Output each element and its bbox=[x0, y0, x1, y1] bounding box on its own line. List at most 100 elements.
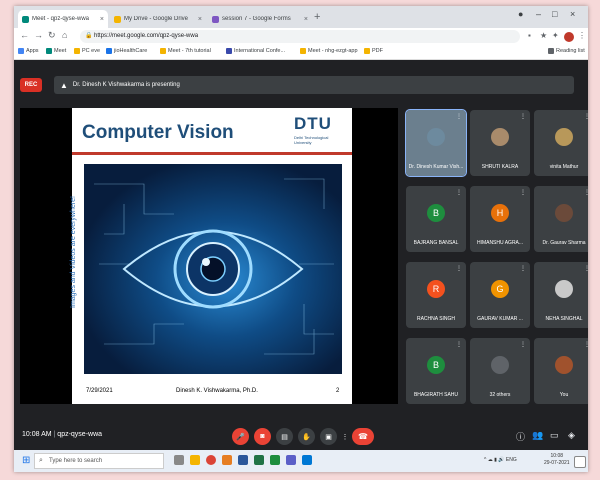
participant-tile[interactable]: ⋮ NEHA SINGHAL bbox=[534, 262, 588, 328]
windows-taskbar: ⊞ ⌕ Type here to search ^ ☁ ▮ 🔊 ENG 10:0… bbox=[14, 450, 588, 472]
bookmark-apps[interactable]: Apps bbox=[18, 48, 39, 54]
chrome-icon[interactable] bbox=[206, 455, 216, 465]
taskbar-date: 29-07-2021 bbox=[544, 460, 570, 466]
windows-start-icon[interactable]: ⊞ bbox=[22, 455, 30, 466]
tab-forms[interactable]: session 7 - Google Forms × bbox=[208, 10, 312, 28]
taskbar-time: 10:08 bbox=[550, 453, 564, 459]
close-icon[interactable]: × bbox=[304, 16, 308, 23]
bookmark-international-conf[interactable]: International Confe... bbox=[226, 48, 285, 54]
bookmark-pdf[interactable]: PDF bbox=[364, 48, 383, 54]
participant-name: BAJRANG BANSAL bbox=[413, 240, 459, 246]
participant-tile[interactable]: ⋮ H HIMANSHU AGRA... bbox=[470, 186, 530, 252]
tab-search-icon[interactable]: ● bbox=[518, 9, 523, 19]
profile-avatar[interactable] bbox=[564, 32, 574, 42]
teams-icon[interactable] bbox=[286, 455, 296, 465]
participant-tile[interactable]: ⋮ vinita Mathur bbox=[534, 110, 588, 176]
captions-icon: ▤ bbox=[281, 433, 288, 441]
home-icon[interactable]: ⌂ bbox=[62, 30, 67, 40]
word-icon[interactable] bbox=[238, 455, 248, 465]
jio-icon bbox=[106, 48, 112, 54]
participant-tile[interactable]: ⋮ SHRUTI KALRA bbox=[470, 110, 530, 176]
window-close-icon[interactable]: × bbox=[570, 9, 575, 19]
camera-off-button[interactable]: ◙ bbox=[254, 428, 271, 445]
bookmark-meet-nhg[interactable]: Meet - nhg-ezgt-app bbox=[300, 48, 358, 54]
search-placeholder: Type here to search bbox=[49, 458, 103, 464]
star-icon[interactable]: ★ bbox=[540, 31, 547, 40]
meeting-code: qpz-qyse-wwa bbox=[57, 431, 103, 438]
participant-avatar: B bbox=[427, 204, 445, 222]
extensions-icon[interactable]: ✦ bbox=[552, 31, 559, 40]
participant-avatar: G bbox=[491, 280, 509, 298]
address-bar[interactable]: 🔒 https://meet.google.com/qpz-qyse-wwa bbox=[80, 30, 520, 43]
camera-off-icon: ◙ bbox=[260, 433, 265, 440]
chat-icon[interactable]: ▭ bbox=[550, 430, 559, 441]
folder-icon bbox=[364, 48, 370, 54]
present-button[interactable]: ▣ bbox=[320, 428, 337, 445]
participant-tile[interactable]: ⋮ R RACHNA SINGH bbox=[406, 262, 466, 328]
captions-button[interactable]: ▤ bbox=[276, 428, 293, 445]
participant-tile[interactable]: ⋮ B BHAGIRATH SAHU bbox=[406, 338, 466, 404]
bookmark-label: Meet - nhg-ezgt-app bbox=[308, 48, 358, 54]
participant-avatar: H bbox=[491, 204, 509, 222]
taskbar-clock[interactable]: 10:08 29-07-2021 bbox=[544, 453, 570, 467]
back-icon[interactable]: ← bbox=[20, 30, 29, 40]
notification-icon[interactable] bbox=[574, 456, 586, 468]
participant-name: SHRUTI KALRA bbox=[481, 164, 519, 170]
bookmark-pc-eve[interactable]: PC eve bbox=[74, 48, 100, 54]
participant-tile[interactable]: ⋮ Dr. Gaurav Sharma bbox=[534, 186, 588, 252]
maximize-icon[interactable]: □ bbox=[552, 9, 557, 19]
tab-meet[interactable]: Meet - qpz-qyse-wwa × bbox=[18, 10, 108, 28]
presenting-banner: ▲ Dr. Dinesh K Vishwakarma is presenting bbox=[54, 76, 574, 94]
app-icon[interactable] bbox=[222, 455, 232, 465]
bookmark-jiohealthcare[interactable]: jioHealthCare bbox=[106, 48, 147, 54]
excel-icon[interactable] bbox=[254, 455, 264, 465]
reading-list-icon bbox=[548, 48, 554, 54]
tab-drive[interactable]: My Drive - Google Drive × bbox=[110, 10, 206, 28]
folder-icon bbox=[300, 48, 306, 54]
forward-icon[interactable]: → bbox=[34, 30, 43, 40]
activities-icon[interactable]: ◈ bbox=[568, 430, 575, 441]
meet-icon bbox=[46, 48, 52, 54]
reading-list[interactable]: Reading list bbox=[548, 48, 585, 54]
mic-off-button[interactable]: 🎤 bbox=[232, 428, 249, 445]
minimize-icon[interactable]: – bbox=[536, 9, 541, 19]
meeting-time-code: 10:08 AM | qpz-qyse-wwa bbox=[22, 431, 102, 438]
close-icon[interactable]: × bbox=[100, 16, 104, 23]
participant-tile[interactable]: ⋮ 32 others bbox=[470, 338, 530, 404]
search-icon: ⌕ bbox=[39, 457, 43, 464]
slide-page-number: 2 bbox=[336, 388, 340, 394]
participant-avatar: B bbox=[427, 356, 445, 374]
close-icon[interactable]: × bbox=[198, 16, 202, 23]
edge-icon[interactable] bbox=[302, 455, 312, 465]
info-icon[interactable]: ⓘ bbox=[516, 430, 525, 443]
file-explorer-icon[interactable] bbox=[190, 455, 200, 465]
bookmark-meet[interactable]: Meet bbox=[46, 48, 66, 54]
menu-icon[interactable]: ⋮ bbox=[578, 31, 586, 40]
task-view-icon[interactable] bbox=[174, 455, 184, 465]
participant-photo bbox=[555, 128, 573, 146]
slide-side-text: Images and Videos are everywhere! bbox=[70, 196, 77, 308]
system-tray[interactable]: ^ ☁ ▮ 🔊 ENG bbox=[484, 457, 517, 463]
taskbar-search[interactable]: ⌕ Type here to search bbox=[34, 453, 164, 469]
leave-call-button[interactable]: ☎ bbox=[352, 428, 374, 445]
slide-author: Dinesh K. Vishwakarma, Ph.D. bbox=[176, 388, 258, 394]
participant-tile[interactable]: ⋮ B BAJRANG BANSAL bbox=[406, 186, 466, 252]
participant-name: RACHNA SINGH bbox=[416, 316, 456, 322]
raise-hand-button[interactable]: ✋ bbox=[298, 428, 315, 445]
mic-status-icon: ⋮ bbox=[520, 114, 526, 120]
camera-icon[interactable]: ▪ bbox=[528, 31, 531, 40]
more-options-button[interactable]: ⋮ bbox=[340, 428, 350, 445]
new-tab-button[interactable]: + bbox=[314, 11, 320, 23]
app-icon[interactable] bbox=[270, 455, 280, 465]
participant-tile[interactable]: ⋮ You bbox=[534, 338, 588, 404]
mic-status-icon: ⋮ bbox=[584, 190, 588, 196]
browser-toolbar: ← → ↻ ⌂ 🔒 https://meet.google.com/qpz-qy… bbox=[14, 28, 588, 46]
participant-photo bbox=[555, 204, 573, 222]
reload-icon[interactable]: ↻ bbox=[48, 30, 56, 41]
participant-tile[interactable]: ⋮ Dr. Dinesh Kumar Vish... bbox=[405, 109, 467, 177]
people-icon[interactable]: 👥 bbox=[532, 430, 543, 441]
participant-name: Dr. Gaurav Sharma bbox=[542, 240, 586, 246]
eye-image bbox=[84, 164, 342, 374]
bookmark-meet-tutorial[interactable]: Meet - 7th tutorial bbox=[160, 48, 211, 54]
participant-tile[interactable]: ⋮ G GAURAV KUMAR ... bbox=[470, 262, 530, 328]
